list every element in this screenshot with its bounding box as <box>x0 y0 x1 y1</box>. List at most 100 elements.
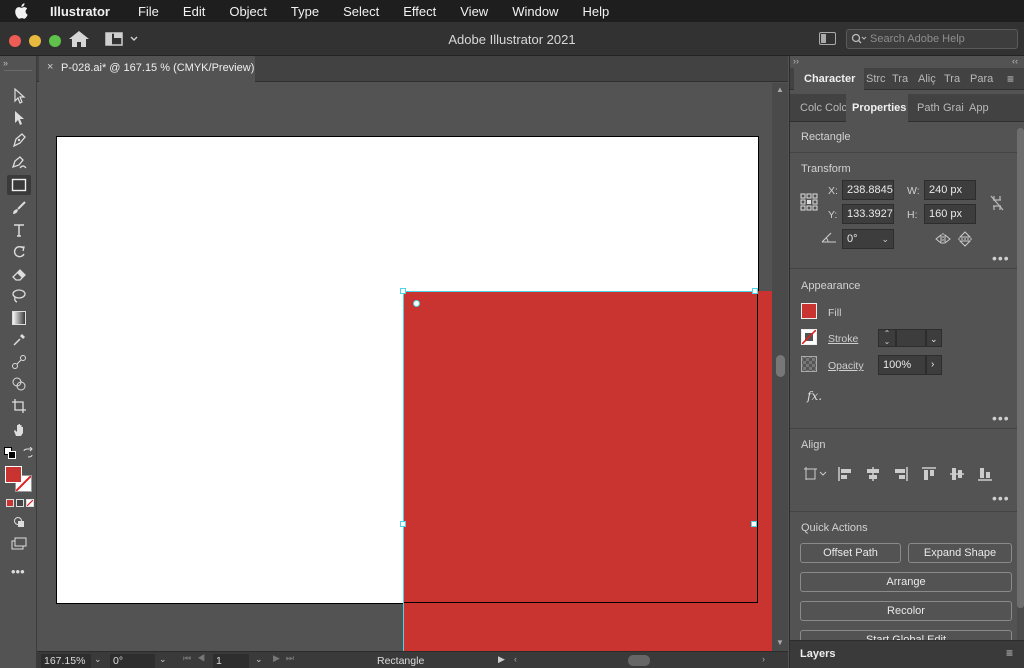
menu-view[interactable]: View <box>460 4 488 19</box>
gradient-mode-icon[interactable] <box>16 499 24 507</box>
angle-dropdown-icon[interactable]: ⌄ <box>881 230 889 248</box>
tab-stroke[interactable]: Strc <box>866 68 888 90</box>
opacity-arrow-icon[interactable]: › <box>926 355 942 375</box>
swap-colors-icon[interactable] <box>22 446 34 459</box>
hand-tool[interactable] <box>7 420 31 440</box>
menu-effect[interactable]: Effect <box>403 4 436 19</box>
blend-tool[interactable] <box>7 352 31 372</box>
rotation-dropdown-icon[interactable]: ⌄ <box>159 654 167 665</box>
direct-selection-tool[interactable] <box>7 108 31 128</box>
rotation-field[interactable]: 0° <box>110 654 155 668</box>
transform-more-options-icon[interactable]: ••• <box>992 250 1010 266</box>
align-top-icon[interactable] <box>921 466 937 482</box>
panel-expand-icon[interactable]: ›› <box>793 56 799 66</box>
align-bottom-icon[interactable] <box>977 466 993 482</box>
stroke-weight-field[interactable] <box>896 329 926 347</box>
appearance-more-options-icon[interactable]: ••• <box>992 410 1010 426</box>
y-position-field[interactable]: 133.3927 <box>842 204 894 224</box>
align-to-selection-icon[interactable] <box>803 466 827 482</box>
artboard-dropdown-icon[interactable]: ⌄ <box>255 654 263 665</box>
menu-help[interactable]: Help <box>582 4 609 19</box>
align-horizontal-center-icon[interactable] <box>865 466 881 482</box>
curvature-tool[interactable] <box>7 152 31 172</box>
layers-label[interactable]: Layers <box>800 648 835 660</box>
document-tab[interactable]: × P-028.ai* @ 167.15 % (CMYK/Preview) <box>39 56 255 82</box>
fill-color-swatch[interactable] <box>801 303 817 319</box>
align-left-icon[interactable] <box>837 466 853 482</box>
canvas-vertical-scrollbar[interactable]: ▲ ▼ <box>772 83 788 651</box>
panel-menu-icon[interactable]: ≡ <box>1007 72 1014 86</box>
selection-tool[interactable] <box>7 86 31 106</box>
screen-mode-button[interactable] <box>7 534 31 554</box>
tab-character[interactable]: Character <box>794 68 864 90</box>
draw-mode-button[interactable] <box>7 512 31 532</box>
fill-stroke-swatches[interactable] <box>5 466 33 494</box>
height-field[interactable]: 160 px <box>924 204 976 224</box>
opacity-label[interactable]: Opacity <box>828 360 864 372</box>
scroll-right-icon[interactable]: › <box>762 654 765 664</box>
tab-paragraph[interactable]: Para <box>970 68 994 90</box>
fx-effects-button[interactable]: fx. <box>807 389 822 403</box>
stroke-label[interactable]: Stroke <box>828 333 858 345</box>
tab-pathfinder[interactable]: Path <box>917 94 939 122</box>
help-search-input[interactable]: Search Adobe Help <box>846 29 1018 49</box>
offset-path-button[interactable]: Offset Path <box>800 543 901 563</box>
shape-builder-tool[interactable] <box>7 374 31 394</box>
rotate-tool[interactable] <box>7 242 31 262</box>
edit-toolbar-icon[interactable]: ••• <box>11 564 25 579</box>
zoom-dropdown-icon[interactable]: ⌄ <box>94 654 102 665</box>
tab-appearance[interactable]: App <box>969 94 991 122</box>
tab-color-guide[interactable]: Colc <box>825 94 847 122</box>
fill-swatch[interactable] <box>5 466 22 483</box>
resize-handle-left[interactable] <box>400 521 406 527</box>
tab-graphic-styles[interactable]: Grai <box>943 94 965 122</box>
none-mode-icon[interactable] <box>26 499 34 507</box>
eyedropper-tool[interactable] <box>7 330 31 350</box>
menu-file[interactable]: File <box>138 4 159 19</box>
menu-select[interactable]: Select <box>343 4 379 19</box>
zoom-level-field[interactable]: 167.15% <box>41 654 91 668</box>
scroll-up-icon[interactable]: ▲ <box>776 85 784 94</box>
artboard-tool[interactable] <box>7 396 31 416</box>
toolbar-collapse-icon[interactable]: » <box>3 58 8 68</box>
rotation-angle-field[interactable]: 0° ⌄ <box>842 229 894 249</box>
recolor-button[interactable]: Recolor <box>800 601 1012 621</box>
menu-type[interactable]: Type <box>291 4 319 19</box>
eraser-tool[interactable] <box>7 264 31 284</box>
arrange-documents-icon[interactable] <box>819 32 836 45</box>
tab-transform[interactable]: Tra <box>944 68 966 90</box>
flip-vertical-icon[interactable] <box>958 231 972 247</box>
paintbrush-tool[interactable] <box>7 198 31 218</box>
menu-app-name[interactable]: Illustrator <box>50 4 110 19</box>
scroll-thumb[interactable] <box>776 355 785 377</box>
opacity-field[interactable]: 100% <box>878 355 926 375</box>
menu-window[interactable]: Window <box>512 4 558 19</box>
resize-handle-top-left[interactable] <box>400 288 406 294</box>
panel-scrollbar[interactable] <box>1017 128 1024 640</box>
horizontal-scroll-thumb[interactable] <box>628 655 650 666</box>
color-mode-icon[interactable] <box>6 499 14 507</box>
tab-properties[interactable]: Properties <box>846 94 908 122</box>
tab-transparency[interactable]: Tra <box>892 68 914 90</box>
stroke-weight-stepper[interactable]: ⌃ ⌄ <box>878 329 896 347</box>
canvas[interactable] <box>37 83 772 651</box>
apple-icon[interactable] <box>14 3 28 19</box>
color-mode-buttons[interactable] <box>6 499 34 508</box>
layers-menu-icon[interactable]: ≡ <box>1006 646 1013 660</box>
stroke-color-swatch[interactable] <box>801 329 817 345</box>
scroll-left-icon[interactable]: ‹ <box>514 654 517 664</box>
start-global-edit-button[interactable]: Start Global Edit <box>800 630 1012 640</box>
align-right-icon[interactable] <box>893 466 909 482</box>
constrain-proportions-icon[interactable] <box>989 194 1005 212</box>
default-colors-icon[interactable] <box>4 447 16 459</box>
artboard-number-field[interactable]: 1 <box>213 654 249 668</box>
menu-object[interactable]: Object <box>229 4 267 19</box>
menu-edit[interactable]: Edit <box>183 4 205 19</box>
reference-point-icon[interactable] <box>800 193 818 211</box>
panel-collapse-icon[interactable]: ‹‹ <box>1012 56 1018 66</box>
close-tab-icon[interactable]: × <box>47 61 53 73</box>
tab-color[interactable]: Colc <box>800 94 822 122</box>
panel-scroll-thumb[interactable] <box>1017 128 1024 608</box>
status-menu-icon[interactable]: ▶ <box>498 654 505 665</box>
tab-align[interactable]: Aliç <box>918 68 940 90</box>
